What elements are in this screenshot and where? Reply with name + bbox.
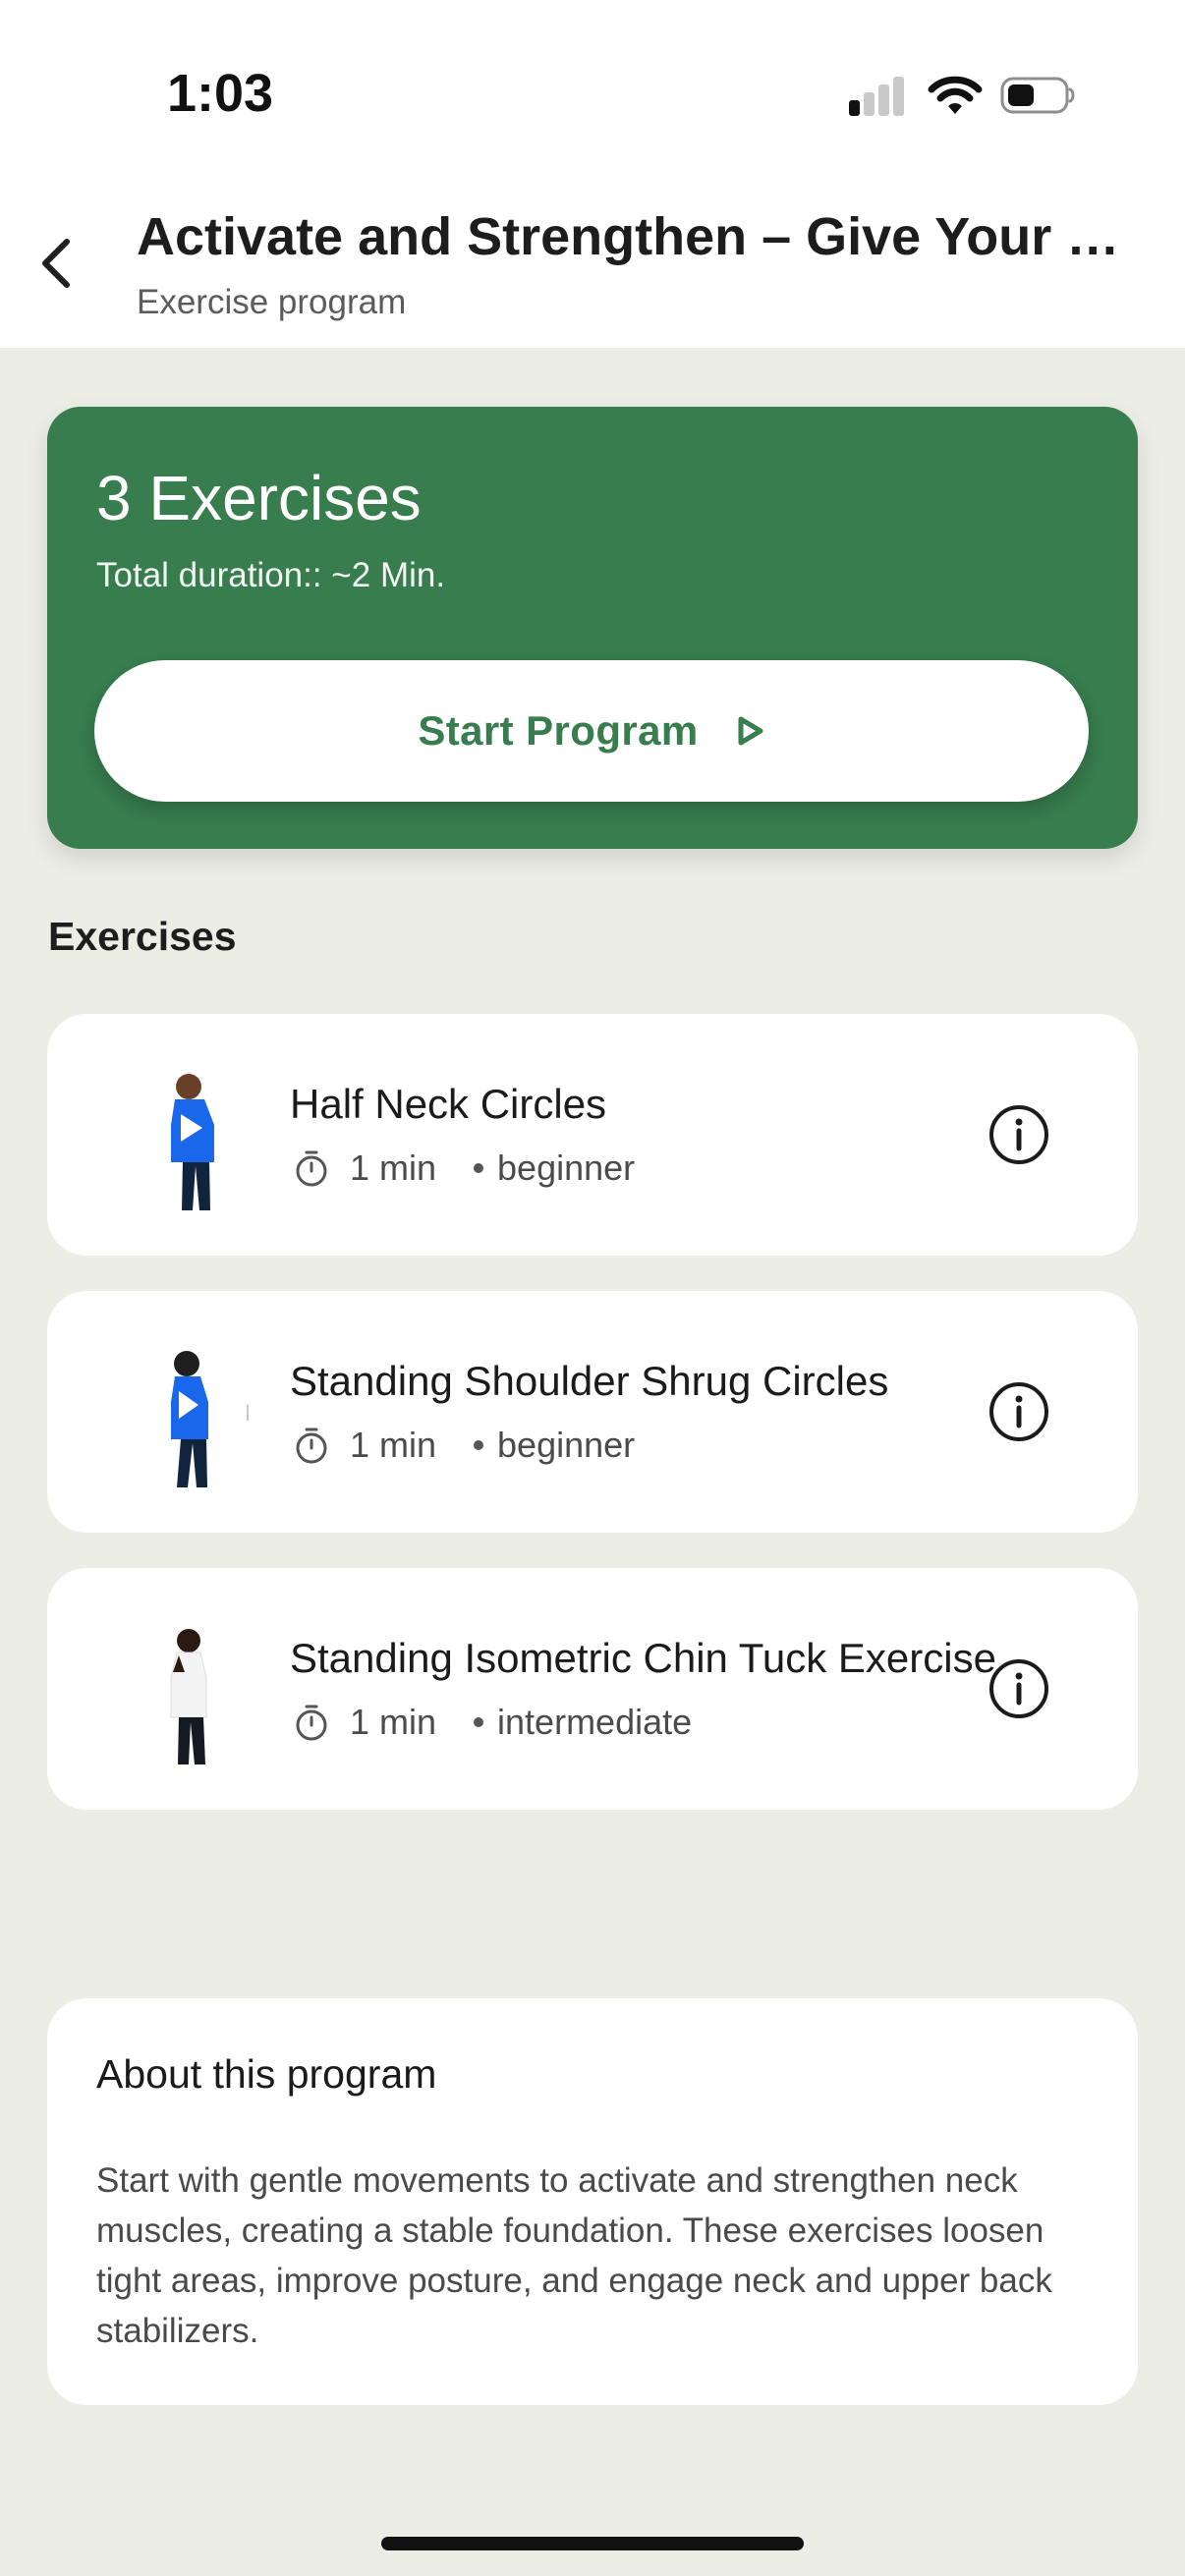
wifi-icon <box>928 76 983 114</box>
info-circle-icon[interactable] <box>987 1379 1051 1444</box>
exercise-meta: 1 min intermediate <box>291 1696 692 1749</box>
info-circle-icon[interactable] <box>987 1656 1051 1721</box>
play-outline-icon <box>738 716 763 746</box>
about-program-card: About this program Start with gentle mov… <box>47 1998 1138 2405</box>
start-program-button[interactable]: Start Program <box>94 660 1089 802</box>
exercise-level: beginner <box>497 1148 636 1188</box>
battery-icon <box>1000 77 1075 114</box>
person-exercise-thumbnail <box>171 1351 249 1487</box>
about-title: About this program <box>96 2051 437 2097</box>
exercise-level: intermediate <box>497 1702 693 1742</box>
separator-dot <box>474 1440 484 1450</box>
exercise-meta: 1 min beginner <box>291 1142 635 1195</box>
exercise-card[interactable]: Standing Isometric Chin Tuck Exercise 1 … <box>47 1568 1138 1810</box>
stopwatch-icon <box>296 1428 327 1464</box>
exercise-card[interactable]: Standing Shoulder Shrug Circles 1 min be… <box>47 1291 1138 1533</box>
exercise-card[interactable]: Half Neck Circles 1 min beginner <box>47 1014 1138 1256</box>
status-time: 1:03 <box>167 64 274 123</box>
exercise-duration: 1 min <box>350 1702 437 1742</box>
page-subtitle: Exercise program <box>137 283 407 321</box>
info-circle-icon[interactable] <box>987 1102 1051 1167</box>
home-indicator[interactable] <box>381 2537 804 2550</box>
person-exercise-thumbnail <box>170 1629 207 1764</box>
top-bar: 1:03 Activate and Strengthen – Give Your… <box>0 0 1185 348</box>
stopwatch-icon <box>296 1150 327 1187</box>
program-summary-card: 3 Exercises Total duration:: ~2 Min. Sta… <box>47 407 1138 849</box>
exercise-duration: 1 min <box>350 1148 437 1188</box>
exercise-count: 3 Exercises <box>96 463 422 533</box>
exercise-name: Half Neck Circles <box>290 1081 607 1127</box>
exercise-level: beginner <box>497 1425 636 1465</box>
exercise-name: Standing Isometric Chin Tuck Exercise <box>290 1635 996 1681</box>
page-title: Activate and Strengthen – Give Your Neck… <box>137 207 1129 266</box>
cellular-signal-icon <box>849 77 906 116</box>
exercise-meta: 1 min beginner <box>291 1419 635 1472</box>
total-duration: Total duration:: ~2 Min. <box>96 556 446 594</box>
start-program-label: Start Program <box>418 707 699 754</box>
back-chevron-icon[interactable] <box>31 222 86 305</box>
about-description: Start with gentle movements to activate … <box>96 2161 1052 2350</box>
exercise-duration: 1 min <box>350 1425 437 1465</box>
person-exercise-thumbnail <box>171 1074 214 1210</box>
separator-dot <box>474 1717 484 1727</box>
stopwatch-icon <box>296 1705 327 1741</box>
separator-dot <box>474 1163 484 1173</box>
exercises-section-label: Exercises <box>48 914 237 959</box>
exercise-name: Standing Shoulder Shrug Circles <box>290 1358 889 1404</box>
